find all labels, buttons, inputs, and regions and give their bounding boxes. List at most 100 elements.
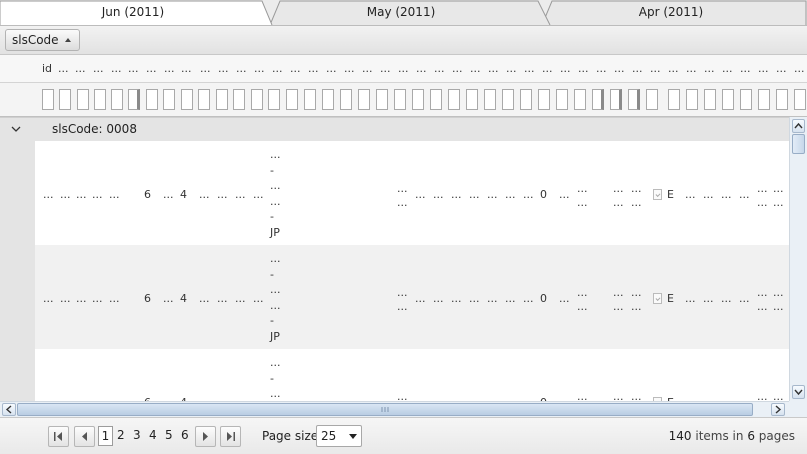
filter-input[interactable] <box>268 89 280 110</box>
column-header[interactable]: ... <box>290 62 301 75</box>
column-header[interactable]: ... <box>272 62 283 75</box>
filter-input[interactable] <box>704 89 716 110</box>
first-page-button[interactable] <box>48 426 69 447</box>
filter-input[interactable] <box>233 89 245 110</box>
column-header[interactable]: ... <box>111 62 122 75</box>
column-header[interactable]: ... <box>181 62 192 75</box>
scroll-up-button[interactable] <box>792 119 805 133</box>
group-row[interactable]: slsCode: 0008 <box>0 117 789 141</box>
column-header[interactable]: ... <box>704 62 715 75</box>
filter-input[interactable] <box>646 89 658 110</box>
column-header[interactable]: ... <box>668 62 679 75</box>
filter-input[interactable] <box>111 89 123 110</box>
filter-input[interactable] <box>520 89 532 110</box>
prev-page-button[interactable] <box>74 426 95 447</box>
column-header[interactable]: ... <box>758 62 769 75</box>
page-size-select[interactable]: 25 <box>316 425 362 447</box>
filter-input[interactable] <box>668 89 680 110</box>
column-header[interactable]: ... <box>740 62 751 75</box>
column-header[interactable]: ... <box>776 62 787 75</box>
column-header[interactable]: ... <box>416 62 427 75</box>
column-header[interactable]: ... <box>200 62 211 75</box>
column-header[interactable]: ... <box>686 62 697 75</box>
filter-input[interactable] <box>198 89 210 110</box>
filter-input[interactable] <box>94 89 106 110</box>
filter-input[interactable] <box>59 89 71 110</box>
page-1-button[interactable]: 1 <box>98 426 113 446</box>
filter-input[interactable] <box>216 89 228 110</box>
column-header-id[interactable]: id <box>42 62 52 75</box>
tab-apr-2011[interactable]: Apr (2011) <box>542 0 800 25</box>
tab-may-2011[interactable]: May (2011) <box>270 0 532 25</box>
checkbox[interactable] <box>653 189 662 200</box>
filter-input[interactable] <box>592 89 604 110</box>
table-row[interactable]: ...............6...4...............-....… <box>35 349 789 401</box>
column-header[interactable]: ... <box>794 62 805 75</box>
filter-input[interactable] <box>128 89 140 110</box>
table-row[interactable]: ...............6...4...............-....… <box>35 245 789 349</box>
page-2-button[interactable]: 2 <box>117 428 125 442</box>
column-header[interactable]: ... <box>218 62 229 75</box>
page-5-button[interactable]: 5 <box>165 428 173 442</box>
column-header[interactable]: ... <box>58 62 69 75</box>
collapse-icon[interactable] <box>11 124 21 134</box>
filter-input[interactable] <box>740 89 752 110</box>
column-header[interactable]: ... <box>560 62 571 75</box>
filter-input[interactable] <box>394 89 406 110</box>
filter-input[interactable] <box>686 89 698 110</box>
filter-input[interactable] <box>251 89 263 110</box>
column-header[interactable]: ... <box>506 62 517 75</box>
filter-input[interactable] <box>628 89 640 110</box>
column-header[interactable]: ... <box>650 62 661 75</box>
filter-input[interactable] <box>181 89 193 110</box>
filter-input[interactable] <box>484 89 496 110</box>
filter-input[interactable] <box>286 89 298 110</box>
column-header[interactable]: ... <box>434 62 445 75</box>
horizontal-scrollbar[interactable] <box>0 401 789 417</box>
column-header[interactable]: ... <box>398 62 409 75</box>
last-page-button[interactable] <box>220 426 241 447</box>
filter-input[interactable] <box>538 89 550 110</box>
column-header[interactable]: ... <box>236 62 247 75</box>
column-header[interactable]: ... <box>75 62 86 75</box>
table-row[interactable]: ...............6...4...............-....… <box>35 141 789 245</box>
column-header[interactable]: ... <box>542 62 553 75</box>
column-header[interactable]: ... <box>128 62 139 75</box>
filter-input[interactable] <box>574 89 586 110</box>
filter-input[interactable] <box>610 89 622 110</box>
filter-input[interactable] <box>412 89 424 110</box>
scroll-down-button[interactable] <box>792 385 805 399</box>
vertical-scrollbar[interactable] <box>789 117 807 401</box>
filter-input[interactable] <box>322 89 334 110</box>
filter-input[interactable] <box>448 89 460 110</box>
scroll-left-button[interactable] <box>2 403 16 416</box>
column-header[interactable]: ... <box>470 62 481 75</box>
filter-input[interactable] <box>376 89 388 110</box>
column-header[interactable]: ... <box>380 62 391 75</box>
filter-input[interactable] <box>163 89 175 110</box>
page-4-button[interactable]: 4 <box>149 428 157 442</box>
column-header[interactable]: ... <box>488 62 499 75</box>
filter-input[interactable] <box>722 89 734 110</box>
column-header[interactable]: ... <box>524 62 535 75</box>
column-header[interactable]: ... <box>146 62 157 75</box>
filter-input[interactable] <box>146 89 158 110</box>
filter-input[interactable] <box>502 89 514 110</box>
filter-input[interactable] <box>466 89 478 110</box>
filter-input[interactable] <box>358 89 370 110</box>
next-page-button[interactable] <box>195 426 216 447</box>
horizontal-scroll-thumb[interactable] <box>17 403 753 416</box>
page-3-button[interactable]: 3 <box>133 428 141 442</box>
column-header[interactable]: ... <box>596 62 607 75</box>
filter-input[interactable] <box>758 89 770 110</box>
column-header[interactable]: ... <box>362 62 373 75</box>
column-header[interactable]: ... <box>93 62 104 75</box>
column-header[interactable]: ... <box>722 62 733 75</box>
column-header[interactable]: ... <box>452 62 463 75</box>
checkbox[interactable] <box>653 293 662 304</box>
filter-input[interactable] <box>430 89 442 110</box>
column-header[interactable]: ... <box>344 62 355 75</box>
column-header[interactable]: ... <box>308 62 319 75</box>
column-header[interactable]: ... <box>614 62 625 75</box>
vertical-scroll-thumb[interactable] <box>792 134 805 154</box>
